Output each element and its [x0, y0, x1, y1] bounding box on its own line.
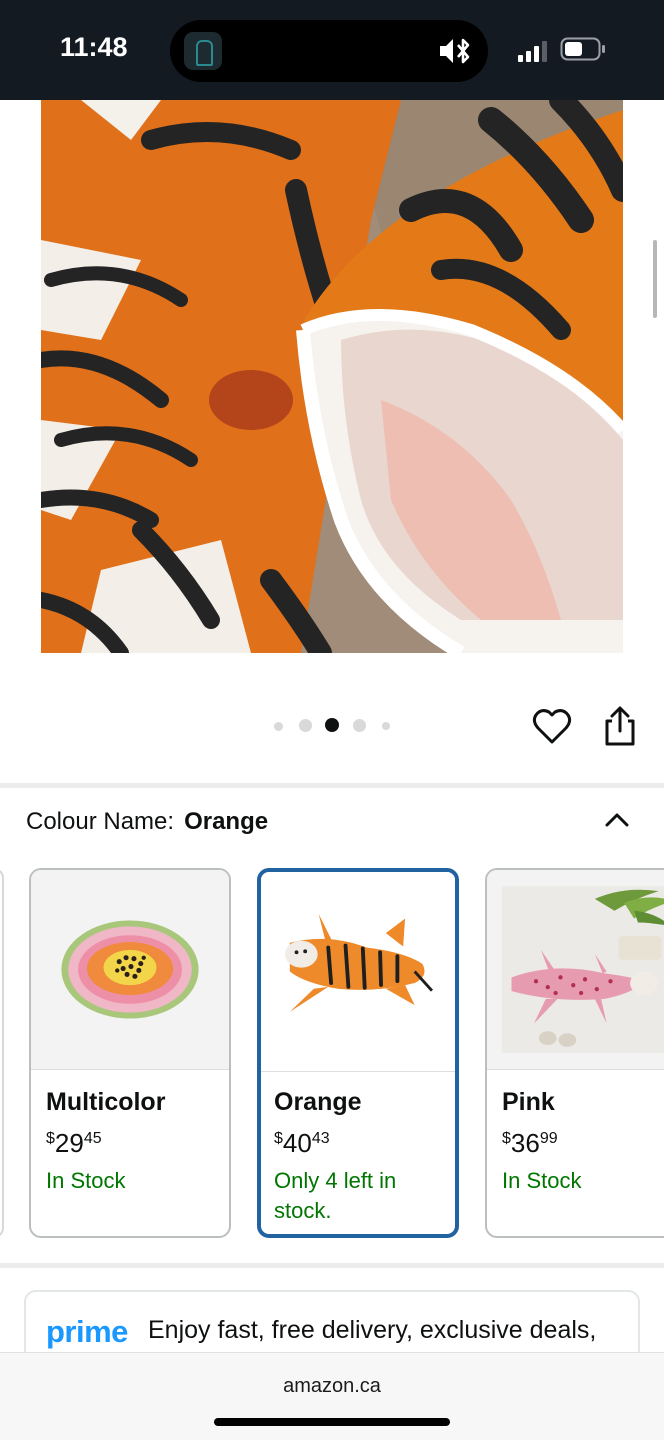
product-image-gallery[interactable] — [0, 100, 664, 688]
battery-icon — [560, 37, 605, 61]
swatch-stock-status: Only 4 left in stock. — [274, 1168, 397, 1223]
colour-name-label: Colour Name: — [26, 808, 175, 835]
swatch-stock-status: In Stock — [502, 1168, 582, 1193]
swatch-name: Multicolor — [46, 1088, 166, 1116]
status-bar: 11:48 — [0, 0, 664, 100]
product-image[interactable] — [41, 100, 623, 653]
status-time: 11:48 — [60, 32, 128, 62]
section-divider — [0, 783, 664, 788]
swatch-price: $3699 — [502, 1128, 558, 1158]
swatch-name: Pink — [502, 1088, 555, 1116]
carousel-dot[interactable] — [274, 722, 283, 731]
prime-logo: prime — [46, 1314, 128, 1349]
carousel-dot[interactable] — [353, 719, 366, 732]
home-indicator[interactable] — [214, 1418, 450, 1426]
chevron-up-icon[interactable] — [604, 810, 630, 828]
app-activity-icon — [184, 32, 222, 70]
silent-mode-icon — [440, 38, 470, 64]
carousel-dot[interactable] — [299, 719, 312, 732]
address-bar-url[interactable]: amazon.ca — [0, 1375, 664, 1398]
section-divider — [0, 1263, 664, 1268]
carousel-dot[interactable] — [382, 722, 390, 730]
prime-promo-text: Enjoy fast, free delivery, exclusive dea… — [148, 1316, 597, 1344]
swatch-image-pink — [487, 870, 664, 1070]
share-icon[interactable] — [602, 705, 638, 747]
swatch-image-multicolor — [31, 870, 229, 1070]
swatch-price: $4043 — [274, 1128, 330, 1158]
swatch-image-orange — [261, 872, 455, 1072]
swatch-price: $2945 — [46, 1128, 102, 1158]
swatch-stock-status: In Stock — [46, 1168, 126, 1193]
colour-name-row: Colour Name: Orange — [26, 808, 268, 836]
swatch-name: Orange — [274, 1088, 362, 1116]
heart-icon[interactable] — [532, 707, 572, 745]
colour-swatch-carousel[interactable]: Multicolor $2945 In Stock Orange $4043 O… — [0, 866, 664, 1242]
scroll-indicator — [653, 240, 657, 318]
signal-icon — [518, 41, 547, 62]
browser-bottom-bar: amazon.ca — [0, 1352, 664, 1440]
swatch-orange[interactable]: Orange $4043 Only 4 left in stock. — [257, 868, 459, 1238]
partial-swatch[interactable] — [0, 868, 4, 1238]
swatch-multicolor[interactable]: Multicolor $2945 In Stock — [29, 868, 231, 1238]
carousel-dot-active[interactable] — [325, 718, 339, 732]
swatch-pink[interactable]: Pink $3699 In Stock — [485, 868, 664, 1238]
dynamic-island — [170, 20, 488, 82]
colour-name-value: Orange — [184, 808, 269, 835]
